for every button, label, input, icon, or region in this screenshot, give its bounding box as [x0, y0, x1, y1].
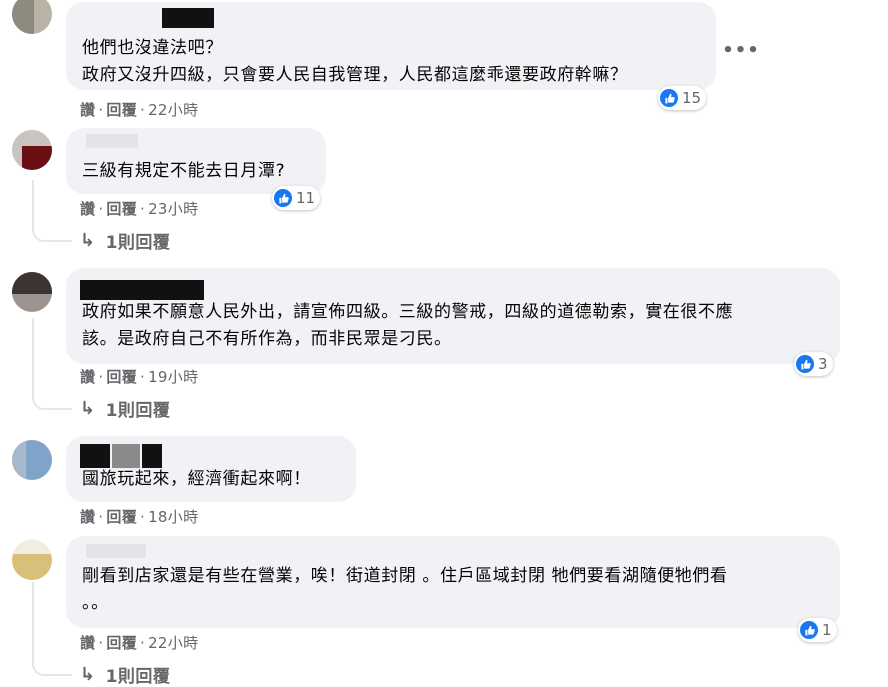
- comment-actions: 讚 · 回覆 · 23小時: [80, 200, 199, 218]
- timestamp[interactable]: 18小時: [148, 508, 198, 526]
- reaction-count-value: 11: [296, 189, 316, 207]
- timestamp[interactable]: 22小時: [148, 101, 198, 119]
- like-button[interactable]: 讚: [80, 634, 95, 652]
- author-name[interactable]: [86, 134, 138, 148]
- reaction-count[interactable]: 3: [794, 352, 833, 376]
- avatar[interactable]: [12, 0, 52, 34]
- comment-bubble: 三級有規定不能去日月潭?: [66, 128, 326, 194]
- avatar[interactable]: [12, 440, 52, 480]
- like-icon: [660, 89, 678, 107]
- like-button[interactable]: 讚: [80, 368, 95, 386]
- reaction-count[interactable]: 15: [658, 86, 707, 110]
- reply-arrow-icon: ↳: [80, 664, 96, 685]
- reply-button[interactable]: 回覆: [106, 508, 137, 526]
- reaction-count[interactable]: 1: [798, 618, 837, 642]
- author-name[interactable]: [86, 544, 146, 558]
- view-replies-link[interactable]: ↳ 1則回覆: [80, 662, 170, 687]
- comment-bubble: 剛看到店家還是有些在營業，唉！街道封閉 。住戶區域封閉 牠們要看湖隨便牠們看 。…: [66, 536, 840, 628]
- like-icon: [796, 355, 814, 373]
- like-button[interactable]: 讚: [80, 200, 95, 218]
- comment-actions: 讚 · 回覆 · 22小時: [80, 101, 199, 119]
- author-name[interactable]: [80, 444, 110, 468]
- view-replies-link[interactable]: ↳ 1則回覆: [80, 228, 170, 253]
- author-name-part: [112, 444, 140, 468]
- more-options-icon[interactable]: •••: [722, 38, 759, 62]
- reply-button[interactable]: 回覆: [106, 101, 137, 119]
- reaction-count-value: 3: [818, 355, 828, 373]
- like-button[interactable]: 讚: [80, 508, 95, 526]
- reaction-count-value: 15: [682, 89, 702, 107]
- thread-line: [32, 180, 72, 242]
- timestamp[interactable]: 22小時: [148, 634, 198, 652]
- avatar[interactable]: [12, 130, 52, 170]
- comment-bubble: 他們也沒違法吧？ 政府又沒升四級，只會要人民自我管理，人民都這麼乖還要政府幹嘛？: [66, 2, 716, 90]
- avatar[interactable]: [12, 272, 52, 312]
- avatar[interactable]: [12, 540, 52, 580]
- comment-actions: 讚 · 回覆 · 22小時: [80, 634, 199, 652]
- timestamp[interactable]: 19小時: [148, 368, 198, 386]
- view-replies-link[interactable]: ↳ 1則回覆: [80, 396, 170, 421]
- reply-button[interactable]: 回覆: [106, 368, 137, 386]
- like-icon: [800, 621, 818, 639]
- comment-actions: 讚 · 回覆 · 19小時: [80, 368, 199, 386]
- reply-button[interactable]: 回覆: [106, 634, 137, 652]
- reply-arrow-icon: ↳: [80, 398, 96, 419]
- author-name-part: [142, 444, 162, 468]
- reaction-count-value: 1: [822, 621, 832, 639]
- timestamp[interactable]: 23小時: [148, 200, 198, 218]
- like-button[interactable]: 讚: [80, 101, 95, 119]
- comment-text: 剛看到店家還是有些在營業，唉！街道封閉 。住戶區域封閉 牠們要看湖隨便牠們看 。…: [82, 566, 728, 613]
- reply-button[interactable]: 回覆: [106, 200, 137, 218]
- like-icon: [274, 189, 292, 207]
- author-name[interactable]: [162, 8, 214, 28]
- comment-bubble: 政府如果不願意人民外出，請宣佈四級。三級的警戒，四級的道德勒索，實在很不應 該。…: [66, 268, 840, 364]
- author-name[interactable]: [80, 280, 204, 300]
- comment-bubble: 國旅玩起來，經濟衝起來啊！: [66, 436, 356, 502]
- comment-actions: 讚 · 回覆 · 18小時: [80, 508, 199, 526]
- reply-arrow-icon: ↳: [80, 230, 96, 251]
- reaction-count[interactable]: 11: [272, 186, 321, 210]
